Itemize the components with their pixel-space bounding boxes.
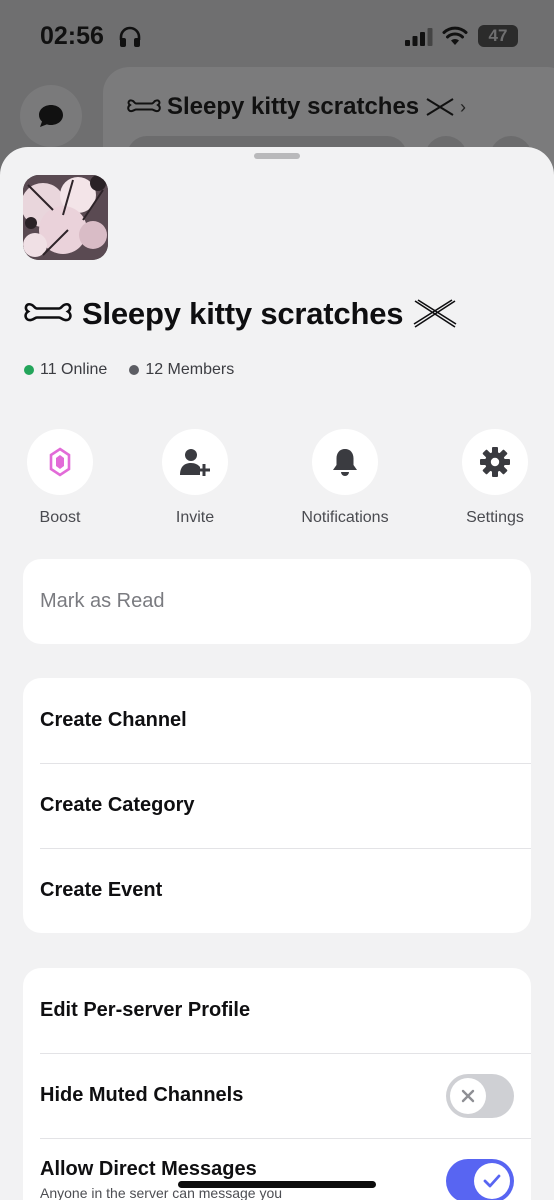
crossed-swords-icon [413, 299, 457, 328]
online-count: 11 Online [24, 361, 107, 379]
background-server-name: Sleepy kitty scratches [167, 93, 420, 120]
notifications-label: Notifications [301, 509, 389, 526]
member-count: 12 Members [129, 361, 234, 379]
cherry-blossom-image [23, 175, 108, 260]
toggle-knob [474, 1163, 510, 1199]
settings-label: Settings [466, 509, 524, 526]
crossed-swords-icon [426, 98, 454, 116]
toggle-knob [450, 1078, 486, 1114]
boost-gem-icon [49, 447, 71, 477]
battery-icon: 47 [478, 25, 518, 47]
gear-icon [480, 447, 510, 477]
edit-server-profile-item[interactable]: Edit Per-server Profile [23, 968, 531, 1053]
member-count-label: 12 Members [145, 361, 235, 378]
sheet-grabber[interactable] [254, 153, 300, 159]
server-options-sheet: Sleepy kitty scratches 11 Online 12 Memb… [0, 147, 554, 1200]
invite-label: Invite [175, 509, 215, 526]
boost-label: Boost [39, 509, 81, 526]
battery-level: 47 [488, 26, 508, 45]
boost-button[interactable]: Boost [0, 429, 120, 527]
notifications-button-circle[interactable] [312, 429, 378, 495]
server-name: Sleepy kitty scratches [82, 296, 404, 331]
server-name-heading: Sleepy kitty scratches [24, 292, 457, 336]
checkmark-icon [483, 1174, 501, 1188]
allow-dms-toggle[interactable] [446, 1159, 514, 1200]
member-status-dot [129, 365, 140, 375]
invite-button[interactable]: Invite [135, 429, 255, 527]
chat-bubble-icon [39, 105, 63, 127]
create-menu-card: Create Channel Create Category Create Ev… [23, 678, 531, 933]
invite-button-circle[interactable] [162, 429, 228, 495]
hide-muted-channels-label: Hide Muted Channels [40, 1084, 244, 1106]
settings-button-circle[interactable] [462, 429, 528, 495]
home-indicator[interactable] [178, 1181, 376, 1188]
bell-icon [333, 449, 357, 476]
clock: 02:56 [40, 22, 104, 50]
add-person-icon [180, 449, 210, 476]
x-icon [461, 1089, 475, 1103]
chevron-right-icon: › [460, 97, 466, 117]
boost-button-circle[interactable] [27, 429, 93, 495]
notifications-button[interactable]: Notifications [285, 429, 405, 527]
bone-icon [127, 99, 161, 113]
cellular-signal-icon [405, 28, 433, 46]
allow-direct-messages-item[interactable]: Allow Direct Messages Anyone in the serv… [23, 1138, 531, 1200]
status-bar: 02:56 47 [0, 0, 554, 70]
headphones-icon [119, 26, 141, 47]
settings-button[interactable]: Settings [435, 429, 554, 527]
quick-actions: Boost Invite Notifications Settings [0, 429, 554, 539]
background-server-title: Sleepy kitty scratches [127, 93, 455, 121]
settings-menu-card: Edit Per-server Profile Hide Muted Chann… [23, 968, 531, 1200]
wifi-icon [442, 26, 468, 45]
direct-messages-button [20, 85, 82, 147]
online-status-dot [24, 365, 34, 375]
create-event-item[interactable]: Create Event [23, 848, 531, 933]
online-count-label: 11 Online [40, 361, 108, 378]
mark-read-card: Mark as Read [23, 559, 531, 644]
mark-as-read-button[interactable]: Mark as Read [23, 559, 531, 644]
create-category-item[interactable]: Create Category [23, 763, 531, 848]
server-avatar [23, 175, 108, 260]
bone-icon [24, 303, 72, 322]
hide-muted-channels-item[interactable]: Hide Muted Channels [23, 1053, 531, 1138]
hide-muted-toggle[interactable] [446, 1074, 514, 1118]
allow-direct-messages-label: Allow Direct Messages [40, 1158, 257, 1180]
create-channel-item[interactable]: Create Channel [23, 678, 531, 763]
server-stats: 11 Online 12 Members [24, 361, 256, 379]
